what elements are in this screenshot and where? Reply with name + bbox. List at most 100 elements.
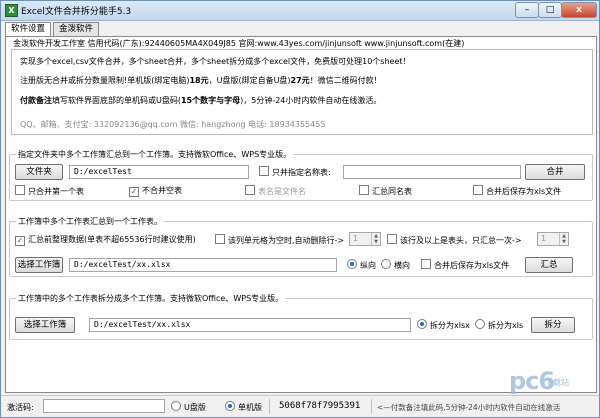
radio-split-xlsx-dot[interactable] bbox=[417, 319, 427, 329]
payment-note-code-format: 15个数字与字母 bbox=[180, 96, 241, 105]
skip-empty-sheets-label: 不合并空表 bbox=[142, 186, 182, 195]
studio-info-header: 金泼软件开发工作室 信用代码(广东):92440605MA4X049J85 官网… bbox=[13, 39, 465, 48]
radio-usb-edition[interactable]: U盘版 bbox=[171, 401, 206, 413]
radio-horizontal-label: 横向 bbox=[394, 261, 410, 270]
spin-arrows-icon[interactable]: ▲ ▼ bbox=[371, 233, 380, 245]
split-file-path-input[interactable]: D:/excelTest/xx.xlsx bbox=[89, 318, 411, 332]
pricing-text-e: ！微信二维码付款！ bbox=[309, 76, 382, 85]
minimize-button[interactable]: – bbox=[515, 2, 539, 18]
tidy-data-label: 汇总前整理数据(单表不超65536行时建议使用) bbox=[28, 235, 196, 244]
payment-note-label: 付款备注 bbox=[20, 96, 52, 105]
summary-file-path-input[interactable]: D:/excelTest/xx.xlsx bbox=[69, 258, 337, 272]
only-named-sheet-checkbox-box[interactable] bbox=[259, 166, 269, 176]
payment-note-line: 付款备注填写软件界面底部的单机码或U盘码(15个数字与字母)，5分钟-24小时内… bbox=[20, 95, 381, 106]
radio-vertical[interactable]: 纵向 bbox=[347, 259, 376, 271]
empty-column-stepper[interactable]: 1 ▲ ▼ bbox=[349, 232, 381, 246]
close-button[interactable]: x bbox=[561, 2, 597, 18]
sheet-as-filename-label: 表名是文件名 bbox=[258, 187, 306, 196]
header-rows-value: 1 bbox=[541, 234, 547, 243]
activation-code-label: 激活码: bbox=[7, 403, 34, 412]
radio-pc-edition-label: 单机版 bbox=[238, 403, 262, 412]
header-rows-label: 该行及以上是表头，只汇总一次-> bbox=[400, 236, 522, 245]
status-divider bbox=[269, 399, 270, 414]
payment-note-text-d: )，5分钟-24小时内软件自动在线激活。 bbox=[240, 96, 382, 105]
empty-column-value: 1 bbox=[353, 234, 359, 243]
radio-split-xls-label: 拆分为xls bbox=[488, 321, 524, 330]
window-title: Excel文件合并拆分能手5.3 bbox=[21, 7, 132, 17]
merge-save-xls-label: 合并后保存为xls文件 bbox=[486, 187, 562, 196]
merge-save-xls-checkbox-box[interactable] bbox=[473, 185, 483, 195]
merge-first-only-checkbox-box[interactable] bbox=[15, 185, 25, 195]
merge-first-only-checkbox[interactable]: 只合并第一个表 bbox=[15, 185, 84, 197]
pricing-text-c: ，U盘版(绑定自备U盘) bbox=[208, 76, 291, 85]
excel-app-icon: X bbox=[5, 4, 18, 17]
status-divider bbox=[371, 399, 372, 414]
radio-horizontal-dot[interactable] bbox=[381, 259, 391, 269]
radio-vertical-dot[interactable] bbox=[347, 259, 357, 269]
radio-split-xls-dot[interactable] bbox=[475, 319, 485, 329]
tidy-data-checkbox[interactable]: ✓ 汇总前整理数据(单表不超65536行时建议使用) bbox=[15, 234, 196, 246]
pricing-line: 注册版无合并或拆分数量限制!单机版(绑定电脑)18元，U盘版(绑定自备U盘)27… bbox=[20, 75, 382, 86]
only-named-sheet-label: 只并指定名称表: bbox=[272, 168, 331, 177]
title-bar: X Excel文件合并拆分能手5.3 – □ x bbox=[1, 1, 599, 21]
radio-horizontal[interactable]: 横向 bbox=[381, 259, 410, 271]
app-window: X Excel文件合并拆分能手5.3 – □ x 软件设置 金泼软件 金泼软件开… bbox=[0, 0, 600, 418]
radio-usb-edition-dot[interactable] bbox=[171, 401, 181, 411]
summary-save-xls-checkbox-box[interactable] bbox=[421, 259, 431, 269]
folder-button[interactable]: 文件夹 bbox=[15, 164, 63, 180]
skip-empty-sheets-checkbox[interactable]: ✓ 不合并空表 bbox=[129, 185, 182, 197]
pricing-text-a: 注册版无合并或拆分数量限制!单机版(绑定电脑) bbox=[20, 76, 190, 85]
tab-settings[interactable]: 软件设置 bbox=[5, 22, 51, 37]
summary-save-xls-checkbox[interactable]: 合并后保存为xls文件 bbox=[421, 259, 509, 271]
info-panel: 金泼软件开发工作室 信用代码(广东):92440605MA4X049J85 官网… bbox=[9, 37, 593, 137]
payment-note-text-b: 填写软件界面底部的单机码或U盘码( bbox=[52, 96, 181, 105]
radio-pc-edition-dot[interactable] bbox=[225, 401, 235, 411]
tab-jinpo-software[interactable]: 金泼软件 bbox=[53, 22, 99, 36]
sheet-as-filename-checkbox-box[interactable] bbox=[245, 185, 255, 195]
summarize-same-name-label: 汇总同名表 bbox=[372, 187, 412, 196]
price-pc: 18元 bbox=[189, 76, 209, 85]
group-summarize-sheets-title: 工作簿中多个工作表汇总到一个工作表。 bbox=[16, 216, 164, 227]
header-rows-stepper[interactable]: 1 ▲ ▼ bbox=[537, 232, 569, 246]
delete-empty-rows-label: 该列单元格为空时,自动删除行-> bbox=[228, 236, 345, 245]
radio-usb-edition-label: U盘版 bbox=[184, 403, 206, 412]
radio-split-xlsx[interactable]: 拆分为xlsx bbox=[417, 319, 470, 331]
feature-description: 实现多个excel,csv文件合并，多个sheet合并，多个sheet拆分成多个… bbox=[20, 57, 411, 66]
pc6-watermark-logo: pc6 下载站 bbox=[509, 367, 597, 401]
header-rows-checkbox[interactable]: 该行及以上是表头，只汇总一次-> bbox=[387, 234, 522, 246]
tidy-data-checkmark-icon[interactable]: ✓ bbox=[15, 236, 25, 246]
price-usb: 27元 bbox=[290, 76, 310, 85]
select-workbook-split-button[interactable]: 选择工作簿 bbox=[15, 317, 75, 333]
spin-arrows-icon[interactable]: ▲ ▼ bbox=[559, 233, 568, 245]
info-text-box: 实现多个excel,csv文件合并，多个sheet合并，多个sheet拆分成多个… bbox=[11, 49, 593, 135]
only-named-sheet-checkbox[interactable]: 只并指定名称表: bbox=[259, 166, 331, 178]
activation-code-input[interactable] bbox=[43, 399, 165, 413]
contact-info: QQ、邮箱、支付宝: 332092136@qq.com 微信: hangzhon… bbox=[20, 120, 326, 129]
group-merge-workbooks-title: 指定文件夹中多个工作簿汇总到一个工作簿。支持微软Office、WPS专业版。 bbox=[16, 149, 294, 160]
merge-button[interactable]: 合并 bbox=[525, 164, 585, 180]
skip-empty-checkmark-icon[interactable]: ✓ bbox=[129, 187, 139, 197]
select-workbook-summary-button[interactable]: 选择工作簿 bbox=[15, 257, 63, 273]
maximize-button[interactable]: □ bbox=[538, 2, 562, 18]
summarize-same-name-checkbox-box[interactable] bbox=[359, 185, 369, 195]
delete-empty-rows-checkbox[interactable]: 该列单元格为空时,自动删除行-> bbox=[215, 234, 344, 246]
machine-code: 5068f78f7995391 bbox=[279, 401, 361, 411]
summary-save-xls-label: 合并后保存为xls文件 bbox=[434, 261, 510, 270]
summarize-same-name-checkbox[interactable]: 汇总同名表 bbox=[359, 185, 412, 197]
header-rows-checkbox-box[interactable] bbox=[387, 234, 397, 244]
machine-code-hint: <—付款备注填此码,5分钟-24小时内软件自动在线激活 bbox=[377, 403, 561, 412]
radio-pc-edition[interactable]: 单机版 bbox=[225, 401, 262, 413]
sheet-name-input[interactable] bbox=[343, 165, 521, 179]
sheet-as-filename-checkbox[interactable]: 表名是文件名 bbox=[245, 185, 306, 197]
radio-vertical-label: 纵向 bbox=[360, 261, 376, 270]
group-split-workbook-title: 工作簿中的多个工作表拆分成多个工作簿。支持微软Office、WPS专业版。 bbox=[16, 293, 286, 304]
folder-path-input[interactable]: D:/excelTest bbox=[69, 165, 249, 179]
merge-first-only-label: 只合并第一个表 bbox=[28, 187, 84, 196]
radio-split-xls[interactable]: 拆分为xls bbox=[475, 319, 523, 331]
radio-split-xlsx-label: 拆分为xlsx bbox=[430, 321, 470, 330]
summary-button[interactable]: 汇总 bbox=[525, 257, 573, 273]
watermark-subtext: 下载站 bbox=[545, 378, 569, 387]
split-button[interactable]: 拆分 bbox=[531, 317, 575, 333]
merge-save-xls-checkbox[interactable]: 合并后保存为xls文件 bbox=[473, 185, 561, 197]
delete-empty-rows-checkbox-box[interactable] bbox=[215, 234, 225, 244]
